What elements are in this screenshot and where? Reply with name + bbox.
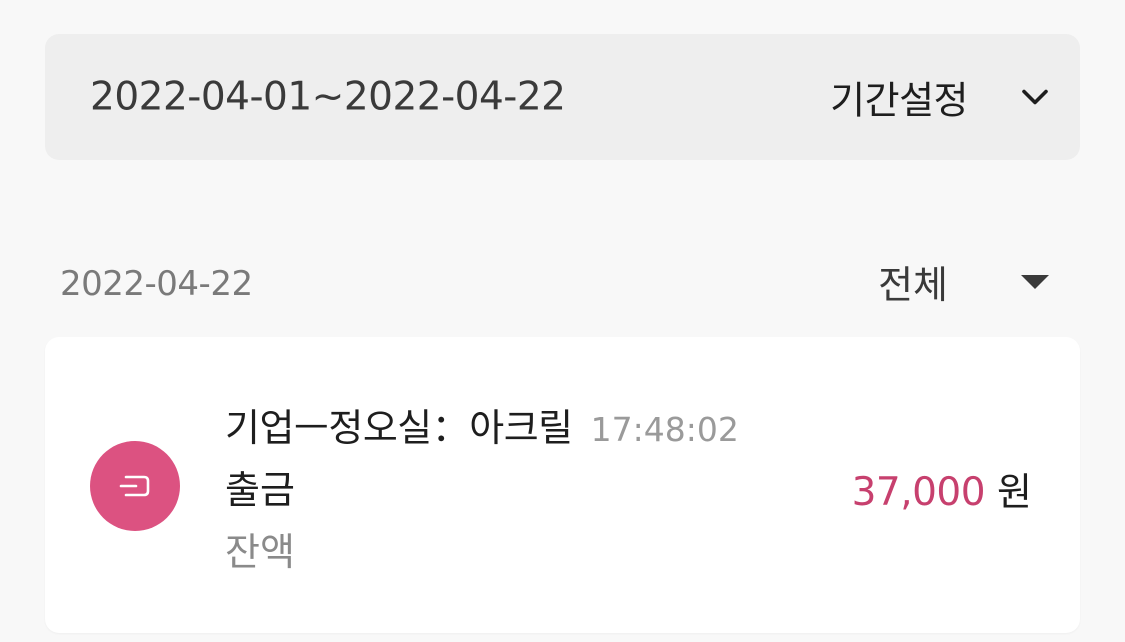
transaction-time: 17:48:02 xyxy=(590,410,739,449)
period-selector[interactable]: 2022-04-01~2022-04-22 기간설정 xyxy=(45,34,1080,160)
withdraw-icon xyxy=(90,441,180,531)
filter-label: 전체 xyxy=(878,263,948,307)
transaction-type: 출금 xyxy=(225,468,295,512)
caret-down-icon xyxy=(1020,273,1050,291)
amount-value: 37,000 xyxy=(851,470,986,515)
balance-label: 잔액 xyxy=(225,530,295,574)
period-setting-label: 기간설정 xyxy=(830,78,968,123)
transaction-title: 기업ㅡ정오실：아크릴 xyxy=(225,406,573,450)
period-setting-button[interactable]: 기간설정 xyxy=(830,70,1050,125)
amount-unit: 원 xyxy=(997,470,1032,514)
transaction-card[interactable]: 기업ㅡ정오실：아크릴 17:48:02 출금 잔액 37,000 원 xyxy=(45,337,1080,633)
period-range-text: 2022-04-01~2022-04-22 xyxy=(90,74,566,120)
transaction-history-page: 2022-04-01~2022-04-22 기간설정 2022-04-22 전체 xyxy=(0,0,1125,642)
date-heading: 2022-04-22 xyxy=(60,264,253,304)
transaction-amount: 37,000 원 xyxy=(852,461,1032,516)
chevron-down-icon xyxy=(1020,86,1050,108)
transaction-title-row: 기업ㅡ정오실：아크릴 17:48:02 xyxy=(225,397,739,452)
filter-dropdown[interactable]: 전체 xyxy=(878,254,1050,309)
